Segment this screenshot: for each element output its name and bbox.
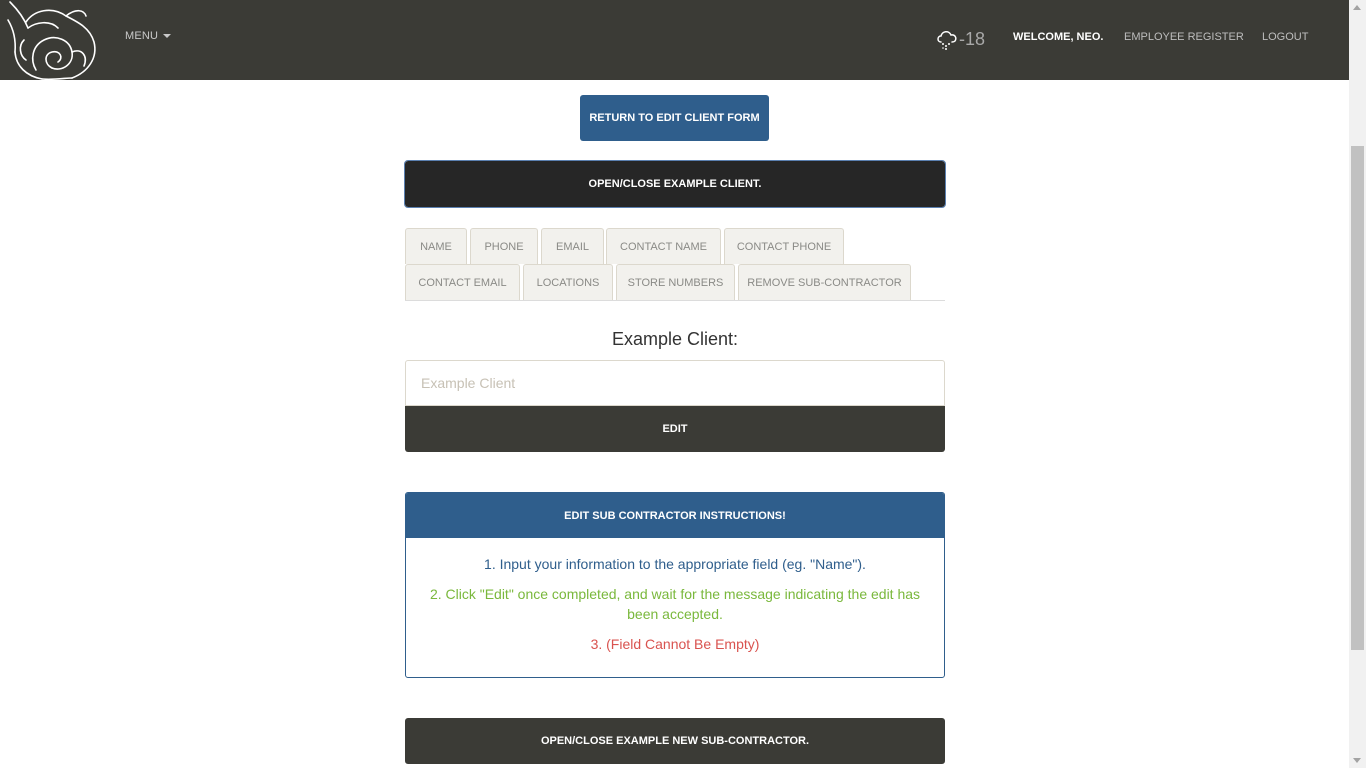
instruction-item: 3. (Field Cannot Be Empty)	[590, 636, 760, 652]
tab-locations[interactable]: LOCATIONS	[523, 264, 613, 300]
weather-widget: -18	[936, 27, 985, 51]
temperature-readout: -18	[959, 28, 986, 49]
tab-contact-email[interactable]: CONTACT EMAIL	[405, 264, 520, 300]
tab-phone[interactable]: PHONE	[470, 228, 538, 264]
instructions-body: 1. Input your information to the appropr…	[406, 538, 944, 654]
open-close-client-button[interactable]: OPEN/CLOSE EXAMPLE CLIENT.	[404, 160, 946, 208]
welcome-text: WELCOME, NEO.	[1013, 31, 1104, 43]
instruction-item: 2. Click "Edit" once completed, and wait…	[429, 586, 921, 622]
snow-cloud-icon	[937, 31, 957, 50]
rose-logo[interactable]	[6, 0, 98, 80]
caret-down-icon	[163, 34, 172, 39]
menu-dropdown[interactable]: MENU	[125, 30, 172, 42]
scroll-up-arrow-icon[interactable]	[1353, 5, 1361, 10]
tab-remove-sub-contractor[interactable]: REMOVE SUB-CONTRACTOR	[738, 264, 911, 300]
scrollbar-thumb[interactable]	[1351, 146, 1364, 650]
employee-register-link[interactable]: EMPLOYEE REGISTER	[1124, 31, 1244, 43]
edit-button[interactable]: EDIT	[405, 406, 945, 452]
return-to-edit-client-button[interactable]: RETURN TO EDIT CLIENT FORM	[580, 95, 769, 141]
tab-name[interactable]: NAME	[405, 228, 467, 264]
field-tabs: NAME PHONE EMAIL CONTACT NAME CONTACT PH…	[405, 228, 945, 301]
instructions-panel: EDIT SUB CONTRACTOR INSTRUCTIONS! 1. Inp…	[405, 492, 945, 678]
vertical-scrollbar[interactable]	[1349, 0, 1366, 768]
scroll-down-arrow-icon[interactable]	[1353, 758, 1361, 763]
client-name-input[interactable]	[405, 360, 945, 406]
menu-label: MENU	[125, 30, 159, 42]
tab-contact-phone[interactable]: CONTACT PHONE	[724, 228, 844, 264]
open-close-new-sub-contractor-button[interactable]: OPEN/CLOSE EXAMPLE NEW SUB-CONTRACTOR.	[405, 718, 945, 764]
tab-contact-name[interactable]: CONTACT NAME	[606, 228, 721, 264]
client-field-title: Example Client:	[611, 329, 739, 349]
top-navbar: MENU -18 WELCOME, NEO. EMPLOYEE REGISTER…	[0, 0, 1349, 80]
instruction-item: 1. Input your information to the appropr…	[484, 556, 866, 572]
tab-email[interactable]: EMAIL	[541, 228, 604, 264]
instructions-title: EDIT SUB CONTRACTOR INSTRUCTIONS!	[406, 493, 944, 538]
tab-store-numbers[interactable]: STORE NUMBERS	[616, 264, 735, 300]
logout-link[interactable]: LOGOUT	[1262, 31, 1308, 43]
